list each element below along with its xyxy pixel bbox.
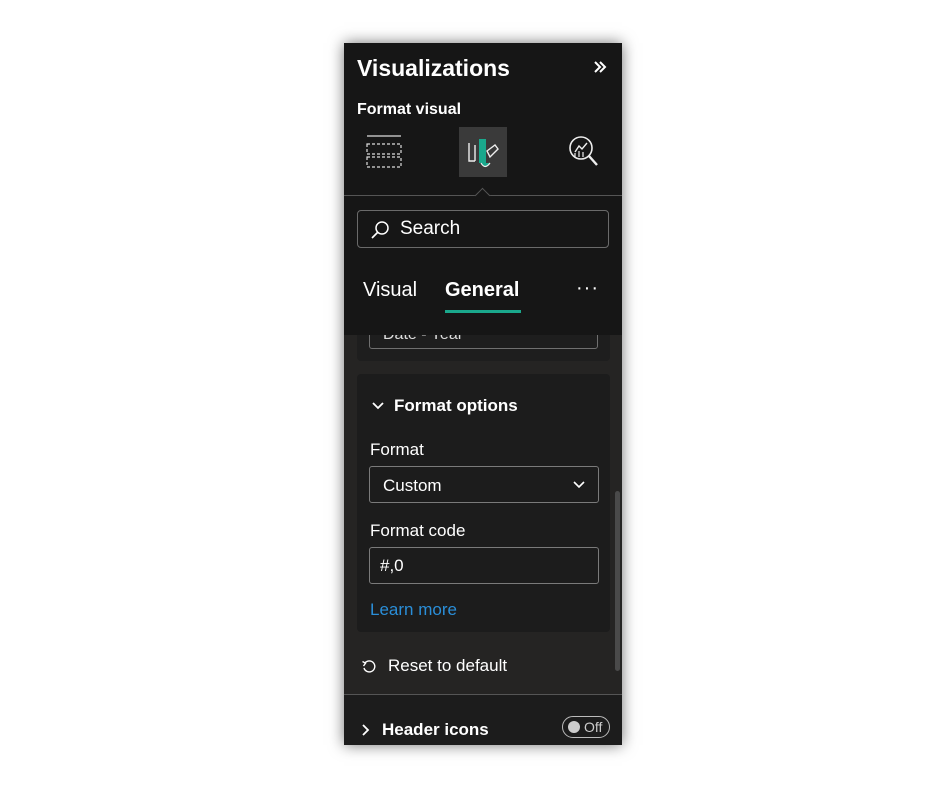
double-chevron-right-icon[interactable]	[592, 57, 608, 77]
format-options-card: Format options Format Custom Format code…	[357, 374, 610, 632]
search-box[interactable]	[357, 210, 609, 248]
chevron-down-icon	[573, 481, 585, 489]
build-visual-button[interactable]	[357, 127, 405, 177]
chevron-right-icon	[362, 724, 370, 736]
pane-title: Visualizations	[357, 55, 510, 81]
header-icons-section: Header icons Off	[344, 695, 622, 745]
format-code-input[interactable]	[369, 547, 599, 584]
header-icons-toggle[interactable]: Off	[562, 716, 610, 738]
search-icon	[371, 221, 389, 239]
header-icons-header[interactable]: Header icons	[361, 720, 489, 740]
scrollbar[interactable]	[615, 491, 620, 671]
tab-visual[interactable]: Visual	[363, 279, 417, 302]
active-tab-indicator	[445, 310, 521, 313]
toggle-knob	[568, 721, 580, 733]
build-visual-icon	[366, 135, 402, 168]
format-options-header[interactable]: Format options	[371, 396, 518, 416]
format-dropdown-value: Custom	[383, 476, 442, 495]
header-icons-label: Header icons	[382, 720, 489, 739]
active-tab-notch	[474, 187, 491, 204]
format-options-title: Format options	[394, 396, 518, 415]
learn-more-link[interactable]: Learn more	[370, 600, 457, 620]
toggle-label: Off	[584, 719, 603, 735]
pane-header: Visualizations Format visual Search Visu…	[344, 43, 622, 335]
analytics-magnifier-icon	[569, 136, 598, 166]
reset-icon	[362, 660, 376, 673]
format-dropdown[interactable]: Custom	[369, 466, 599, 503]
format-label: Format	[370, 440, 424, 459]
format-visual-button[interactable]	[459, 127, 507, 177]
format-code-label: Format code	[370, 521, 466, 540]
search-input[interactable]	[400, 217, 590, 241]
format-paintbrush-icon	[468, 139, 499, 168]
reset-label: Reset to default	[388, 656, 508, 675]
analytics-button[interactable]	[558, 127, 606, 177]
reset-to-default-button[interactable]: Reset to default	[361, 656, 507, 676]
tab-general[interactable]: General	[445, 279, 519, 302]
chevron-down-icon	[372, 402, 384, 410]
visualizations-pane: Date - Year Format options Format Custom…	[344, 43, 622, 745]
more-options-button[interactable]: ···	[576, 277, 599, 300]
pane-subtitle: Format visual	[357, 101, 462, 118]
